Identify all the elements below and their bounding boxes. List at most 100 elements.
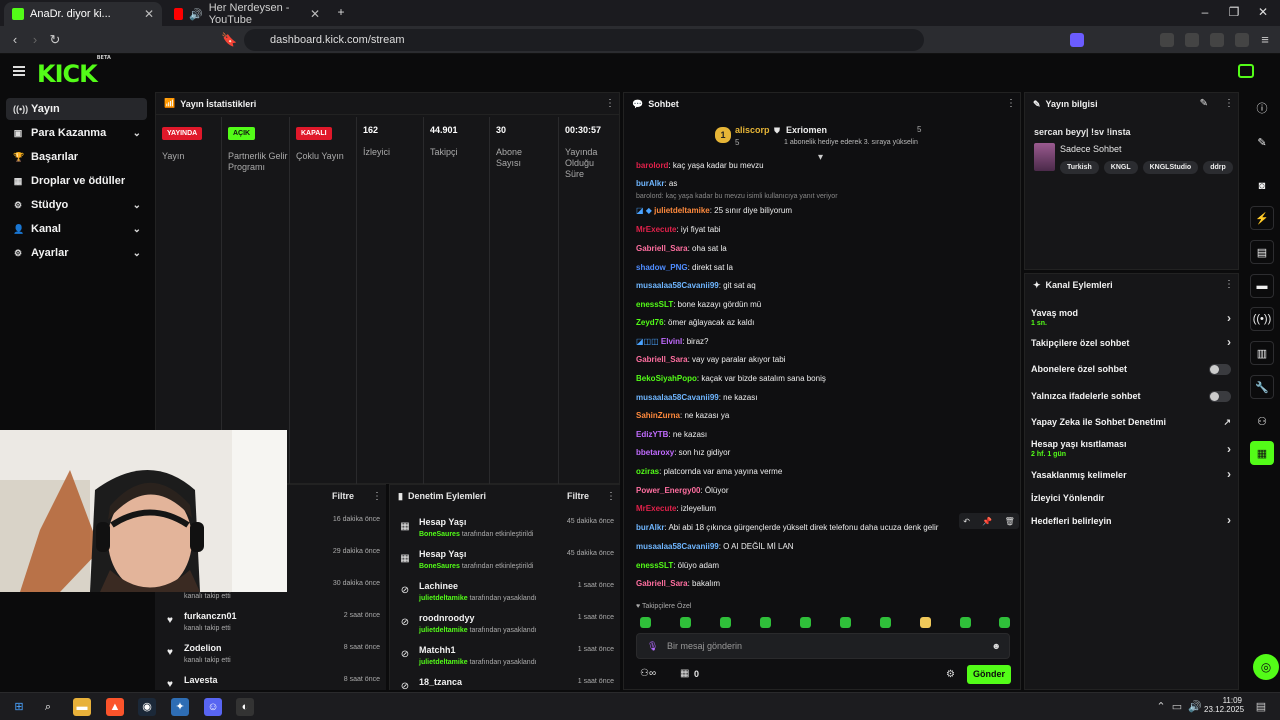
volume-icon[interactable]: 🔊 — [1186, 698, 1204, 716]
more-icon[interactable]: ⋮ — [1224, 279, 1234, 290]
chat-username[interactable]: burAlkr — [636, 523, 664, 532]
chat-username[interactable]: barolord — [636, 161, 668, 170]
chat-message[interactable]: MrExecute: iyi fiyat tabi — [636, 225, 720, 234]
forward-icon[interactable]: › — [27, 32, 43, 48]
folder-icon[interactable]: ▬ — [73, 698, 91, 716]
more-icon[interactable]: ⋮ — [605, 98, 615, 109]
sidebar-item-basarilar[interactable]: 🏆 Başarılar — [6, 146, 147, 168]
chat-message[interactable]: SahinZurna: ne kazası ya — [636, 411, 729, 420]
chat-message[interactable]: Gabriell_Sara: vay vay paralar akıyor ta… — [636, 355, 785, 364]
emote-icon[interactable] — [880, 617, 891, 628]
emotes-only-toggle[interactable] — [1209, 391, 1231, 402]
filter-button[interactable]: Filtre — [332, 491, 354, 501]
chat-message[interactable]: Zeyd76: ömer ağlayacak az kaldı — [636, 318, 754, 327]
chat-username[interactable]: Zeyd76 — [636, 318, 664, 327]
emote-icon[interactable] — [760, 617, 771, 628]
clock[interactable]: 11:09 23.12.2025 — [1204, 696, 1244, 714]
ai-moderation-row[interactable]: Yapay Zeka ile Sohbet Denetimi ↗ — [1031, 417, 1231, 427]
reload-icon[interactable]: ↻ — [47, 32, 63, 48]
tag[interactable]: ddrp — [1203, 161, 1233, 174]
sidebar-item-studyo[interactable]: ⚙ Stüdyo ⌄ — [6, 194, 147, 216]
chat-username[interactable]: EdizYTB — [636, 430, 668, 439]
emote-icon[interactable] — [999, 617, 1010, 628]
tab-kick[interactable]: AnaDr. diyor ki... ✕ — [4, 2, 162, 26]
chat-username[interactable]: musaalaa58Cavanii99 — [636, 542, 719, 551]
sidebar-item-yayin[interactable]: ((•)) Yayın — [6, 98, 147, 120]
window-close-button[interactable]: ✕ — [1255, 4, 1271, 20]
chat-message[interactable]: barolord: kaç yaşa kadar bu mevzu — [636, 161, 764, 170]
chat-message[interactable]: burAlkr: as — [636, 179, 677, 188]
chat-username[interactable]: Power_Energy00 — [636, 486, 700, 495]
camera-icon[interactable]: ◙ — [1250, 174, 1274, 198]
chat-username[interactable]: MrExecute — [636, 504, 676, 513]
chat-username[interactable]: Elvinl — [661, 337, 682, 346]
chat-username[interactable]: SahinZurna — [636, 411, 680, 420]
chat-message[interactable]: EdizYTB: ne kazası — [636, 430, 707, 439]
emote-icon[interactable] — [840, 617, 851, 628]
notification-icon[interactable]: ▤ — [1252, 698, 1270, 716]
chat-message[interactable]: musaalaa58Cavanii99: ne kazası — [636, 393, 757, 402]
chat-username[interactable]: musaalaa58Cavanii99 — [636, 393, 719, 402]
microphone-icon[interactable]: 🎙 — [647, 634, 658, 658]
chat-username[interactable]: julietdeltamike — [654, 206, 710, 215]
server-icon[interactable]: ▥ — [1250, 341, 1274, 365]
tab-youtube[interactable]: 🔊 Her Nerdeysen - YouTube ✕ — [166, 2, 328, 26]
search-icon[interactable]: ⌕ — [39, 698, 57, 716]
tag[interactable]: KNGLStudio — [1142, 161, 1199, 174]
more-icon[interactable]: ⋮ — [372, 491, 382, 502]
emote-icon[interactable] — [920, 617, 931, 628]
obs-icon[interactable]: ◐ — [236, 698, 254, 716]
trash-icon[interactable]: 🗑 — [1005, 517, 1015, 526]
chat-icon[interactable]: ▬ — [1250, 274, 1274, 298]
bookmark-icon[interactable]: 🔖 — [221, 32, 237, 48]
extension-icon[interactable] — [1070, 33, 1084, 47]
kick-logo[interactable]: KICKBETA — [37, 55, 111, 88]
minimize-button[interactable]: – — [1197, 4, 1213, 20]
pin-icon[interactable]: 📌 — [982, 517, 992, 526]
maximize-button[interactable]: ❐ — [1226, 4, 1242, 20]
chat-message[interactable]: BekoSiyahPopo: kaçak var bizde satalım s… — [636, 374, 826, 383]
chat-username[interactable]: burAlkr — [636, 179, 664, 188]
broadcast-icon[interactable]: ((•)) — [1250, 307, 1274, 331]
reply-icon[interactable]: ↶ — [963, 517, 970, 526]
network-icon[interactable]: ▭ — [1168, 698, 1186, 716]
close-tab-icon[interactable]: ✕ — [310, 7, 320, 21]
chat-message[interactable]: ◪◫◫ Elvinl: biraz? — [636, 337, 708, 346]
url-field[interactable]: dashboard.kick.com/stream — [244, 29, 924, 51]
tag[interactable]: KNGL — [1103, 161, 1138, 174]
chat-message[interactable]: Gabriell_Sara: oha sat la — [636, 244, 727, 253]
chat-username[interactable]: enessSLT — [636, 300, 673, 309]
chat-username[interactable]: musaalaa58Cavanii99 — [636, 281, 719, 290]
chat-username[interactable]: shadow_PNG — [636, 263, 688, 272]
chat-message[interactable]: musaalaa58Cavanii99: O AI DEĞİL Mİ LAN — [636, 542, 794, 551]
wrench-icon[interactable]: 🔧 — [1250, 375, 1274, 399]
chat-message[interactable]: shadow_PNG: direkt sat la — [636, 263, 733, 272]
music-icon[interactable] — [1160, 33, 1174, 47]
chat-message[interactable]: bbetaroxy: son hız gidiyor — [636, 448, 730, 457]
chat-username[interactable]: enessSLT — [636, 561, 673, 570]
sidebar-item-para-kazanma[interactable]: ▣ Para Kazanma ⌄ — [6, 122, 147, 144]
more-icon[interactable]: ⋮ — [1006, 98, 1016, 109]
support-icon[interactable]: ◎ — [1253, 654, 1279, 680]
emoji-icon[interactable]: ☻ — [992, 634, 1001, 658]
sidebar-icon[interactable] — [1185, 33, 1199, 47]
filter-button[interactable]: Filtre — [567, 491, 589, 501]
sidebar-item-kanal[interactable]: 👤 Kanal ⌄ — [6, 218, 147, 240]
chat-message[interactable]: burAlkr: Abi abi 18 çıkınca gürgençlerde… — [636, 523, 938, 532]
leader-name[interactable]: Exriomen — [786, 125, 827, 135]
brave-icon[interactable]: ▲ — [106, 698, 124, 716]
hamburger-menu-icon[interactable] — [13, 66, 25, 76]
account-age-row[interactable]: Hesap yaşı kısıtlaması 2 hf. 1 gün › — [1031, 439, 1231, 458]
chat-username[interactable]: Gabriell_Sara — [636, 244, 688, 253]
chat-username[interactable]: Gabriell_Sara — [636, 579, 688, 588]
slow-mode-row[interactable]: Yavaş mod 1 sn. › — [1031, 308, 1231, 327]
sidebar-item-droplar[interactable]: ▦ Droplar ve ödüller — [6, 170, 147, 192]
chat-username[interactable]: oziras — [636, 467, 659, 476]
sidebar-item-ayarlar[interactable]: ⚙ Ayarlar ⌄ — [6, 242, 147, 264]
subscribers-only-toggle[interactable] — [1209, 364, 1231, 375]
pencil-icon[interactable]: ✎ — [1250, 130, 1274, 154]
chat-message[interactable]: Power_Energy00: Ölüyor — [636, 486, 729, 495]
emote-icon[interactable] — [720, 617, 731, 628]
emote-icon[interactable] — [640, 617, 651, 628]
emote-icon[interactable] — [800, 617, 811, 628]
